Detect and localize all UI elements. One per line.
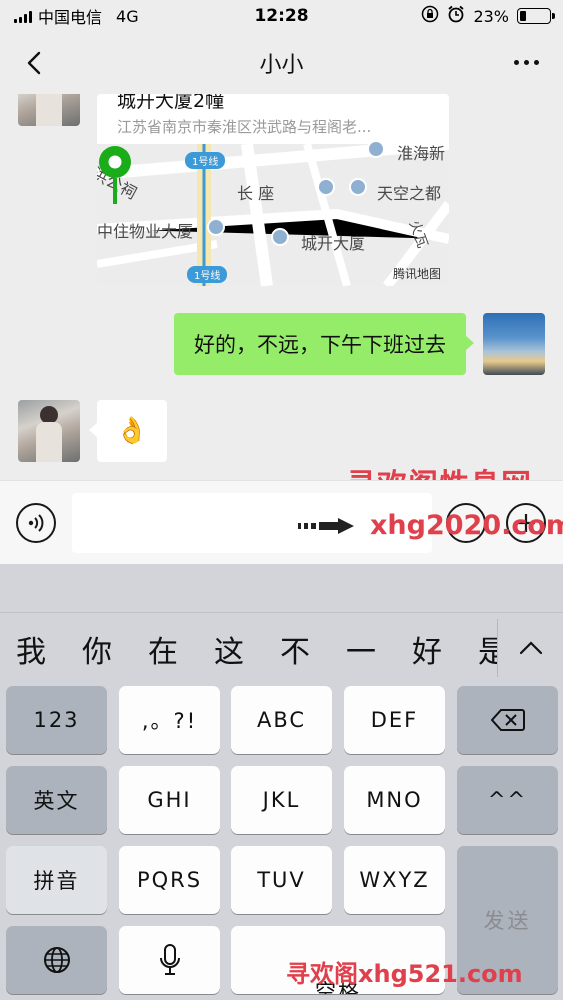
- chevron-left-icon: [27, 51, 41, 75]
- punctuation-key[interactable]: ,。?!: [119, 686, 220, 754]
- orientation-lock-icon: [421, 5, 439, 27]
- status-bar: 中国电信 4G 12:28 23%: [0, 0, 563, 32]
- alarm-icon: [447, 5, 465, 27]
- arrow-icon: [298, 518, 354, 534]
- location-message[interactable]: 城开大厦2幢 江苏省南京市秦淮区洪武路与程阁老... 1号线 1号线 淮海新 长…: [97, 94, 449, 286]
- chevron-up-icon: [519, 641, 542, 655]
- key-wxyz[interactable]: WXYZ: [344, 846, 445, 914]
- metro-line-tag: 1号线: [187, 266, 228, 283]
- map-label: 天空之都: [377, 184, 442, 203]
- globe-icon: [43, 947, 70, 973]
- pinyin-key[interactable]: 拼音: [6, 846, 107, 914]
- voice-icon: [28, 514, 44, 532]
- battery-icon: [517, 8, 555, 24]
- location-title: 城开大厦2幢: [117, 94, 225, 112]
- back-button[interactable]: [20, 48, 50, 78]
- contact-avatar[interactable]: [18, 94, 80, 126]
- keyboard: 我 你 在 这 不 一 好 是 123 ,。?! ABC DEF 英文 GHI …: [0, 564, 563, 1000]
- candidate-word[interactable]: 一: [346, 627, 376, 671]
- battery-percent: 23%: [473, 6, 509, 26]
- map-preview: 1号线 1号线 淮海新 长 座 天空之都 洪公祠 中住物业大厦 城开大厦 火瓦 …: [97, 140, 449, 286]
- map-label: 长 座: [237, 184, 275, 203]
- key-pqrs[interactable]: PQRS: [119, 846, 220, 914]
- candidate-word[interactable]: 好: [412, 627, 442, 671]
- location-pin-icon: [99, 146, 131, 204]
- poi-icon: [367, 140, 385, 158]
- key-def[interactable]: DEF: [344, 686, 445, 754]
- message-list[interactable]: 城开大厦2幢 江苏省南京市秦淮区洪武路与程阁老... 1号线 1号线 淮海新 长…: [0, 94, 563, 480]
- watermark-bottom: 寻欢阁xhg521.com: [286, 960, 523, 988]
- poi-icon: [271, 228, 289, 246]
- poi-icon: [349, 178, 367, 196]
- map-provider-label: 腾讯地图: [392, 267, 441, 281]
- candidate-word[interactable]: 在: [148, 627, 178, 671]
- carrier-label: 中国电信: [38, 8, 103, 27]
- sent-message-bubble[interactable]: 好的，不远，下午下班过去: [174, 313, 474, 375]
- dictation-key[interactable]: [119, 926, 220, 994]
- key-ghi[interactable]: GHI: [119, 766, 220, 834]
- candidate-word[interactable]: 你: [82, 627, 112, 671]
- microphone-icon: [159, 944, 180, 975]
- candidate-bar: 我 你 在 这 不 一 好 是: [0, 612, 563, 686]
- network-label: 4G: [116, 6, 139, 26]
- candidate-word[interactable]: 不: [280, 627, 310, 671]
- signal-icon: [14, 10, 32, 23]
- poi-icon: [207, 218, 225, 236]
- expand-candidates-button[interactable]: [497, 619, 563, 677]
- key-tuv[interactable]: TUV: [231, 846, 332, 914]
- contact-avatar[interactable]: [18, 400, 80, 462]
- key-jkl[interactable]: JKL: [231, 766, 332, 834]
- candidate-word[interactable]: 我: [16, 627, 46, 671]
- poi-icon: [317, 178, 335, 196]
- map-label: 中住物业大厦: [97, 222, 194, 241]
- key-abc[interactable]: ABC: [231, 686, 332, 754]
- my-avatar[interactable]: [483, 313, 545, 375]
- map-label: 城开大厦: [301, 234, 366, 253]
- clock: 12:28: [254, 6, 309, 26]
- english-key[interactable]: 英文: [6, 766, 107, 834]
- backspace-icon: [490, 709, 525, 731]
- candidate-word[interactable]: 是: [478, 627, 497, 671]
- key-mno[interactable]: MNO: [344, 766, 445, 834]
- numbers-key[interactable]: 123: [6, 686, 107, 754]
- watermark-url: xhg2020.com: [370, 510, 563, 541]
- voice-input-button[interactable]: [16, 503, 56, 543]
- send-label: 发送: [483, 909, 532, 933]
- map-label: 淮海新: [397, 144, 446, 163]
- location-address: 江苏省南京市秦淮区洪武路与程阁老...: [117, 118, 372, 136]
- chat-header: 小小: [0, 32, 563, 94]
- backspace-key[interactable]: [457, 686, 558, 754]
- emoticon-key[interactable]: ^^: [457, 766, 558, 834]
- received-emoji-bubble[interactable]: 👌: [89, 400, 167, 462]
- candidate-word[interactable]: 这: [214, 627, 244, 671]
- chat-title: 小小: [259, 53, 304, 78]
- more-options-button[interactable]: [514, 60, 539, 65]
- metro-line-tag: 1号线: [185, 152, 226, 169]
- globe-key[interactable]: [6, 926, 107, 994]
